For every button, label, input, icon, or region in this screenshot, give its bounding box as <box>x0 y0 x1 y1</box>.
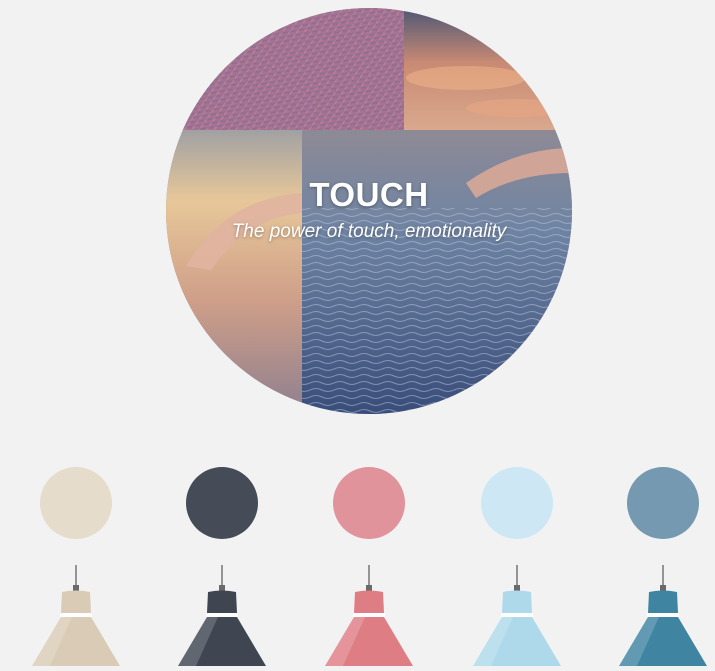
moodboard-title: TOUCH <box>309 176 429 213</box>
color-swatch-sky <box>481 467 553 539</box>
pendant-lamp-beige <box>28 565 124 666</box>
pendant-lamp-coral <box>321 565 417 666</box>
pendant-lamp-charcoal <box>174 565 270 666</box>
color-swatch-beige <box>40 467 112 539</box>
mood-circle: TOUCH The power of touch, emotionality <box>166 8 572 414</box>
color-swatch-coral <box>333 467 405 539</box>
color-swatch-steel-blue <box>627 467 699 539</box>
pendant-lamp-steel-blue <box>615 565 711 666</box>
color-swatch-charcoal <box>186 467 258 539</box>
pendant-lamp-sky <box>469 565 565 666</box>
moodboard-subtitle: The power of touch, emotionality <box>231 221 507 242</box>
